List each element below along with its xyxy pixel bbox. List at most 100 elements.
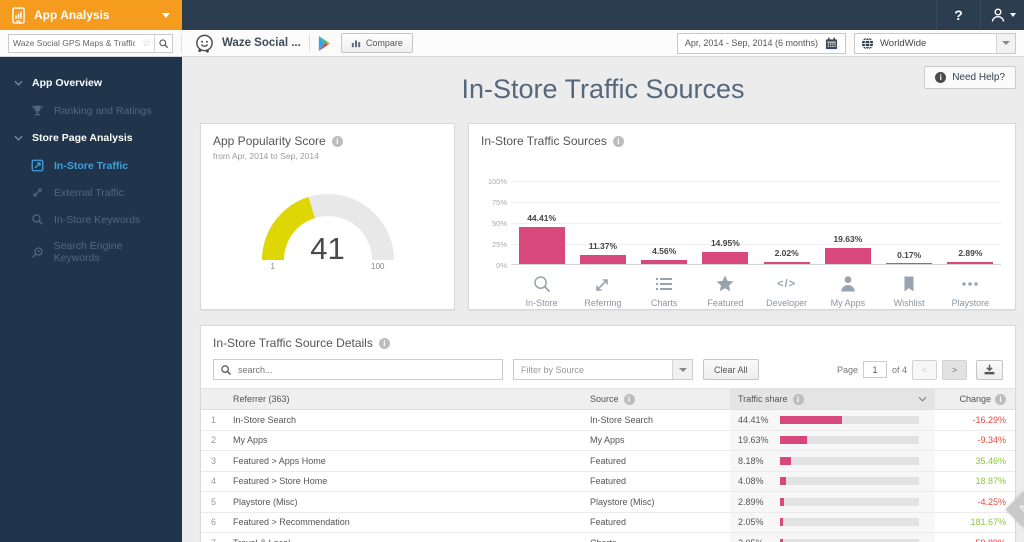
bar-playstore[interactable]: 2.89%: [940, 181, 1001, 264]
referrer-header[interactable]: Referrer (363): [233, 389, 590, 409]
chevron-down-icon: [678, 367, 687, 372]
bar-value-label: 44.41%: [527, 213, 557, 224]
source-header[interactable]: Source i: [590, 389, 730, 409]
bar-developer[interactable]: 2.02%: [756, 181, 817, 264]
table-row[interactable]: 7 Travel & Local Charts 2.05% -59.89%: [201, 533, 1015, 542]
y-tick: 25%: [491, 240, 507, 249]
current-app: Waze Social ...: [182, 33, 301, 54]
category-featured[interactable]: Featured: [695, 265, 756, 308]
table-row[interactable]: 5 Playstore (Misc) Playstore (Misc) 2.89…: [201, 492, 1015, 513]
info-icon[interactable]: i: [378, 337, 390, 349]
traffic-share-value: 8.18%: [738, 455, 764, 466]
help-button[interactable]: ?: [936, 0, 980, 30]
bar-chart: 100% 75% 50% 25% 0% 44.41% 11.37% 4.56% …: [481, 177, 1001, 308]
table-row[interactable]: 6 Featured > Recommendation Featured 2.0…: [201, 512, 1015, 533]
info-icon[interactable]: i: [995, 393, 1006, 405]
bar-my-apps[interactable]: 19.63%: [817, 181, 878, 264]
info-icon[interactable]: i: [612, 135, 624, 147]
traffic-share-cell: 2.05%: [730, 533, 935, 542]
category-wishlist[interactable]: Wishlist: [879, 265, 940, 308]
user-menu-button[interactable]: [980, 0, 1024, 30]
table-search-input[interactable]: [214, 360, 502, 380]
info-icon[interactable]: i: [623, 393, 635, 405]
bar-in-store[interactable]: 44.41%: [511, 181, 572, 264]
clear-all-button[interactable]: Clear All: [703, 359, 759, 380]
ellipsis-icon: [962, 282, 979, 286]
info-icon[interactable]: i: [792, 393, 804, 405]
sidebar-item-external-traffic[interactable]: External Traffic: [0, 179, 182, 206]
category-label: Featured: [707, 298, 744, 308]
sidebar-item-ranking-and-ratings[interactable]: Ranking and Ratings: [0, 97, 182, 124]
traffic-share-bar-fill: [780, 436, 808, 445]
calendar-icon: [825, 37, 838, 50]
traffic-share-bar: [780, 456, 919, 465]
bar-wishlist[interactable]: 0.17%: [879, 181, 940, 264]
region-dropdown-button[interactable]: [996, 33, 1015, 53]
bar: [763, 262, 810, 264]
traffic-share-bar-fill: [780, 415, 842, 424]
category-in-store[interactable]: In-Store: [511, 265, 572, 308]
row-index: 1: [211, 414, 217, 425]
table-row[interactable]: 3 Featured > Apps Home Featured 8.18% 35…: [201, 451, 1015, 472]
table-row[interactable]: 1 In-Store Search In-Store Search 44.41%…: [201, 410, 1015, 431]
page-of-label: of 4: [891, 364, 907, 375]
app-analysis-menu[interactable]: App Analysis: [0, 0, 182, 30]
category-charts[interactable]: Charts: [634, 265, 695, 308]
help-icon: ?: [954, 7, 963, 23]
sidebar-section-store-page-analysis[interactable]: Store Page Analysis: [0, 124, 182, 152]
y-tick: 0%: [496, 261, 507, 270]
app-title: App Analysis: [34, 8, 110, 22]
page-title: In-Store Traffic Sources: [461, 74, 745, 104]
compare-button[interactable]: Compare: [340, 33, 413, 53]
bar-featured[interactable]: 14.95%: [695, 181, 756, 264]
category-developer[interactable]: </> Developer: [756, 265, 817, 308]
next-page-button[interactable]: >: [942, 359, 967, 380]
table-row[interactable]: 2 My Apps My Apps 19.63% -9.34%: [201, 430, 1015, 451]
index-header: [201, 389, 233, 409]
region-select[interactable]: WorldWide: [854, 32, 1016, 54]
sidebar-item-in-store-traffic[interactable]: In-Store Traffic: [0, 152, 182, 179]
search-submit-button[interactable]: [154, 34, 172, 52]
code-icon: </>: [777, 278, 797, 290]
row-index: 2: [211, 435, 217, 446]
sidebar-section-app-overview[interactable]: App Overview: [0, 69, 182, 97]
previous-page-button[interactable]: <: [912, 359, 937, 380]
arrows-icon: [30, 186, 45, 199]
search-icon: [220, 364, 232, 376]
bar: [824, 247, 871, 264]
filter-by-source-select[interactable]: Filter by Source: [513, 359, 693, 380]
source-cell: My Apps: [590, 435, 625, 446]
referrer-cell: Featured > Store Home: [233, 476, 328, 487]
info-icon: i: [935, 72, 947, 83]
category-playstore[interactable]: Playstore: [940, 265, 1001, 308]
filter-dropdown-button[interactable]: [672, 360, 692, 379]
list-icon: [656, 278, 673, 290]
bar-referring[interactable]: 11.37%: [572, 181, 633, 264]
change-header[interactable]: Change i: [935, 389, 1015, 409]
change-cell: -4.25%: [977, 496, 1006, 507]
person-icon: [841, 276, 855, 292]
favorite-star-icon[interactable]: ☆: [139, 38, 154, 49]
source-cell: Featured: [590, 517, 627, 528]
info-icon[interactable]: i: [331, 135, 343, 147]
traffic-share-header[interactable]: Traffic share i: [730, 389, 935, 409]
category-referring[interactable]: Referring: [572, 265, 633, 308]
traffic-share-value: 4.08%: [738, 476, 764, 487]
mobile-analytics-icon: [12, 6, 25, 24]
traffic-share-bar-fill: [780, 456, 792, 465]
change-cell: 18.87%: [975, 476, 1006, 487]
table-row[interactable]: 4 Featured > Store Home Featured 4.08% 1…: [201, 471, 1015, 492]
pagination: Page of 4 < >: [837, 359, 1003, 380]
sidebar-item-in-store-keywords[interactable]: In-Store Keywords: [0, 206, 182, 233]
app-search-input[interactable]: [9, 38, 140, 48]
need-help-button[interactable]: i Need Help?: [924, 66, 1016, 89]
category-my-apps[interactable]: My Apps: [817, 265, 878, 308]
divider: [308, 34, 310, 52]
change-cell: -59.89%: [935, 533, 1015, 542]
export-button[interactable]: [976, 359, 1003, 380]
referrer-cell: Playstore (Misc): [233, 496, 298, 507]
date-range-picker[interactable]: Apr, 2014 - Sep, 2014 (6 months): [676, 32, 846, 54]
bar-charts[interactable]: 4.56%: [634, 181, 695, 264]
sidebar-item-search-engine-keywords[interactable]: Search Engine Keywords: [0, 233, 182, 271]
page-number-input[interactable]: [862, 361, 887, 378]
